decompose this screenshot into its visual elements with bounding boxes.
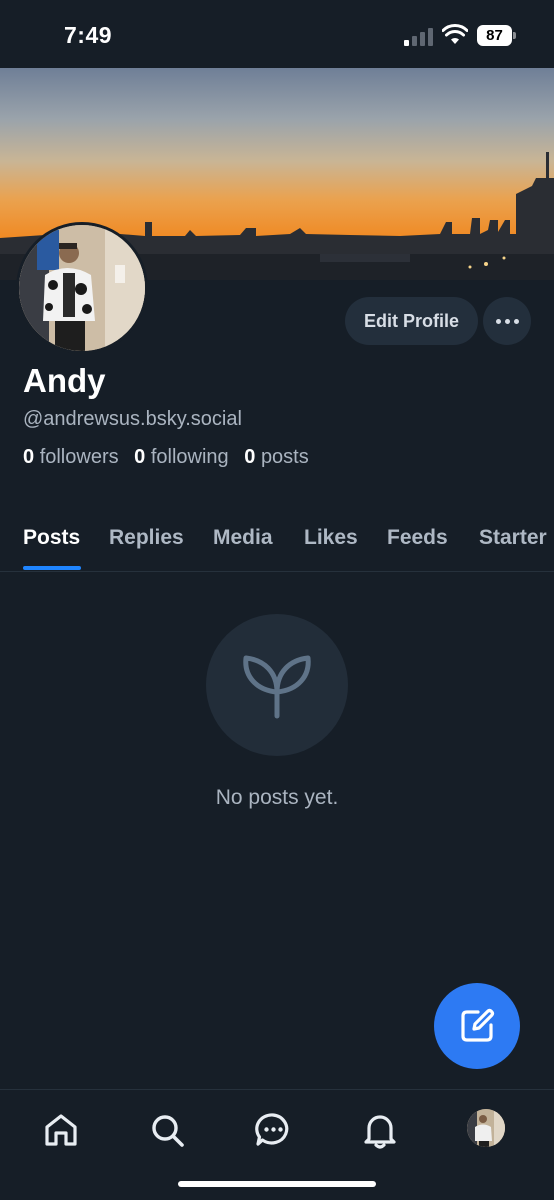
tab-starter[interactable]: Starter (479, 526, 547, 550)
edit-profile-button[interactable]: Edit Profile (345, 297, 478, 345)
followers-count: 0 (23, 446, 35, 468)
followers-stat[interactable]: 0 followers (23, 446, 119, 468)
active-tab-indicator (23, 566, 81, 570)
tab-likes[interactable]: Likes (304, 526, 358, 550)
search-icon[interactable] (147, 1110, 187, 1150)
avatar-photo (19, 225, 145, 351)
avatar-thumbnail (467, 1109, 505, 1147)
tab-feeds[interactable]: Feeds (387, 526, 448, 550)
tab-posts[interactable]: Posts (23, 526, 80, 550)
cellular-signal-icon (404, 28, 434, 46)
profile-avatar[interactable] (16, 222, 148, 354)
profile-tabs: Posts Replies Media Likes Feeds Starter (0, 510, 554, 572)
profile-handle: @andrewsus.bsky.social (23, 408, 242, 430)
posts-stat: 0 posts (244, 446, 309, 468)
following-label: following (150, 446, 229, 468)
followers-label: followers (39, 446, 119, 468)
posts-count: 0 (244, 446, 256, 468)
posts-label: posts (260, 446, 309, 468)
home-indicator (178, 1181, 376, 1187)
bell-icon[interactable] (360, 1110, 400, 1150)
following-count: 0 (134, 446, 146, 468)
status-time: 7:49 (64, 22, 113, 48)
home-icon[interactable] (41, 1110, 81, 1150)
battery-icon: 87 (477, 25, 517, 46)
profile-stats: 0 followers 0 following 0 posts (23, 446, 319, 469)
more-horizontal-icon (496, 319, 501, 324)
empty-state-badge (206, 614, 348, 756)
battery-level: 87 (477, 25, 512, 46)
tab-media[interactable]: Media (213, 526, 273, 550)
sprout-icon (243, 655, 311, 719)
profile-display-name: Andy (23, 362, 106, 399)
wifi-icon (442, 24, 468, 44)
compose-icon (461, 1008, 495, 1042)
tab-replies[interactable]: Replies (109, 526, 184, 550)
following-stat[interactable]: 0 following (134, 446, 229, 468)
profile-avatar-nav[interactable] (467, 1109, 505, 1147)
compose-post-button[interactable] (434, 983, 520, 1069)
chat-icon[interactable] (253, 1110, 293, 1150)
more-options-button[interactable] (483, 297, 531, 345)
empty-state-message: No posts yet. (215, 786, 339, 809)
status-bar: 7:49 87 (0, 0, 554, 68)
